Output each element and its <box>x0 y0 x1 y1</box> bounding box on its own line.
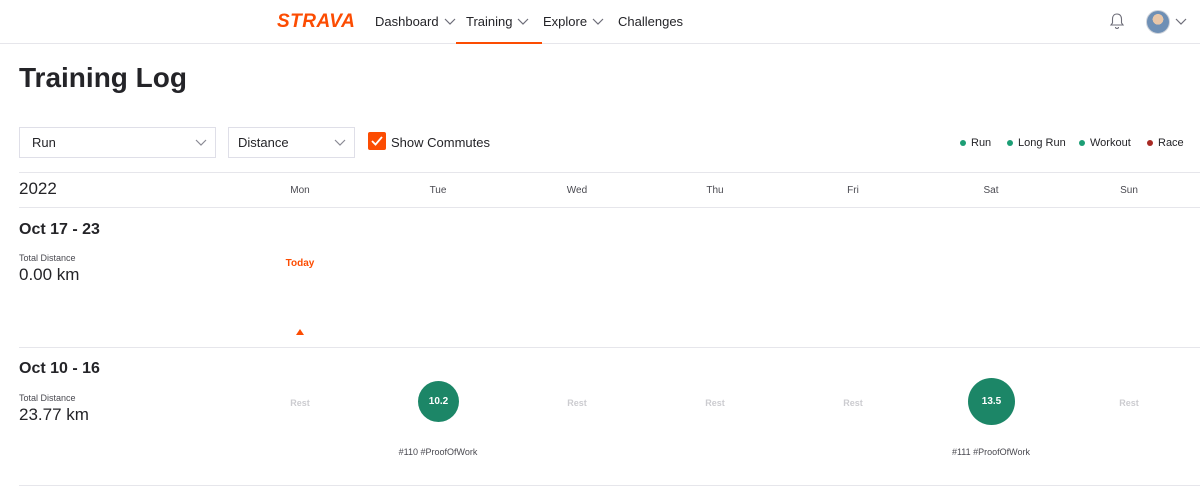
legend-run: Run <box>960 137 991 149</box>
chevron-down-icon[interactable] <box>1175 18 1187 26</box>
chevron-down-icon <box>334 139 346 146</box>
week-divider <box>19 485 1200 486</box>
total-distance-label: Total Distance <box>19 253 76 263</box>
day-sun: Sun <box>1120 185 1138 196</box>
legend-run-label: Run <box>971 137 992 149</box>
total-distance-label: Total Distance <box>19 393 76 403</box>
activity-caption[interactable]: #110 #ProofOfWork <box>378 447 498 457</box>
week-title[interactable]: Oct 10 - 16 <box>19 360 100 378</box>
chevron-down-icon <box>518 18 529 25</box>
bell-icon[interactable] <box>1109 12 1125 30</box>
page-title: Training Log <box>19 62 187 93</box>
nav-challenges-label: Challenges <box>618 14 684 29</box>
metric-select-value: Distance <box>238 135 289 150</box>
legend-race-label: Race <box>1158 137 1184 149</box>
sport-select[interactable]: Run <box>19 127 216 158</box>
rest-day: Rest <box>705 398 725 408</box>
activity-bubble[interactable]: 10.2 <box>418 381 459 422</box>
day-fri: Fri <box>847 185 859 196</box>
activity-caption[interactable]: #111 #ProofOfWork <box>931 447 1051 457</box>
nav-explore-label: Explore <box>543 14 588 29</box>
legend-workout-dot <box>1079 140 1085 146</box>
week-title[interactable]: Oct 17 - 23 <box>19 221 100 239</box>
legend-race-dot <box>1147 140 1153 146</box>
legend-long-run-dot <box>1007 140 1013 146</box>
show-commutes-label[interactable]: Show Commutes <box>391 135 490 150</box>
total-distance-value: 0.00 km <box>19 265 80 284</box>
calendar-header <box>19 172 1200 208</box>
total-distance-value: 23.77 km <box>19 405 89 424</box>
day-wed: Wed <box>566 185 588 196</box>
day-sat: Sat <box>983 185 999 196</box>
nav-explore[interactable]: Explore <box>543 14 604 29</box>
avatar[interactable] <box>1146 10 1170 34</box>
rest-day: Rest <box>567 398 587 408</box>
chevron-down-icon <box>592 18 604 25</box>
week-divider <box>19 347 1200 348</box>
metric-select[interactable]: Distance <box>228 127 355 158</box>
rest-day: Rest <box>843 398 863 408</box>
nav-challenges[interactable]: Challenges <box>618 14 683 29</box>
chevron-down-icon <box>195 139 207 146</box>
legend-long-run-label: Long Run <box>1018 137 1066 149</box>
nav-dashboard[interactable]: Dashboard <box>375 14 456 29</box>
sport-select-value: Run <box>32 135 56 150</box>
calendar-year: 2022 <box>19 179 57 198</box>
today-marker-icon <box>296 329 304 335</box>
legend-workout-label: Workout <box>1090 137 1131 149</box>
nav-training[interactable]: Training <box>455 14 544 44</box>
today-label: Today <box>285 258 315 269</box>
strava-logo[interactable]: STRAVA <box>277 11 355 33</box>
day-tue: Tue <box>429 185 447 196</box>
day-mon: Mon <box>290 185 310 196</box>
rest-day: Rest <box>290 398 310 408</box>
nav-dashboard-label: Dashboard <box>375 14 439 29</box>
nav-training-label: Training <box>466 14 513 29</box>
show-commutes-checkbox[interactable] <box>368 132 386 150</box>
legend-run-dot <box>960 140 966 146</box>
rest-day: Rest <box>1119 398 1139 408</box>
chevron-down-icon <box>444 18 456 25</box>
activity-bubble[interactable]: 13.5 <box>968 378 1015 425</box>
legend-long-run: Long Run <box>1007 137 1066 149</box>
legend-workout: Workout <box>1079 137 1131 149</box>
legend-race: Race <box>1147 137 1184 149</box>
checkmark-icon <box>371 136 383 146</box>
day-thu: Thu <box>706 185 724 196</box>
top-nav: STRAVA Dashboard Training Explore Challe… <box>0 0 1200 44</box>
